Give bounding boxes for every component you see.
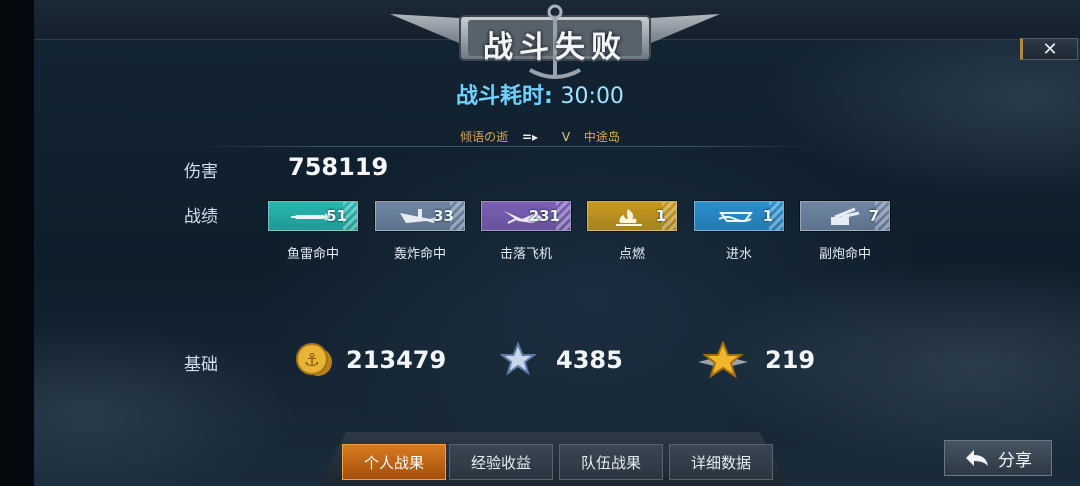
tab-detailed-data[interactable]: 详细数据: [669, 444, 773, 480]
gold-coin-icon: ⚓: [296, 343, 332, 376]
badge-plane-shot[interactable]: 231: [481, 201, 571, 231]
badge-flood[interactable]: 1: [694, 201, 784, 231]
back-arrow-icon: [966, 450, 988, 466]
tab-personal-results[interactable]: 个人战果: [342, 444, 446, 480]
badge-label: 副炮命中: [818, 247, 871, 262]
share-label: 分享: [998, 450, 1032, 471]
badge-label: 击落飞机: [499, 247, 552, 262]
battle-duration: 战斗耗时: 30:00: [0, 78, 1080, 110]
svg-text:⚓: ⚓: [304, 350, 320, 371]
damage-value: 758119: [288, 153, 389, 181]
badge-count: 231: [528, 207, 560, 225]
badge-label: 鱼雷命中: [286, 247, 339, 262]
grade: V: [561, 130, 571, 144]
close-button[interactable]: ✕: [1020, 38, 1078, 60]
badge-secondary-gun[interactable]: 7: [800, 201, 890, 231]
badge-label: 点燃: [618, 247, 645, 262]
tab-exp-gains[interactable]: 经验收益: [449, 444, 553, 480]
badge-bomber[interactable]: 33: [375, 201, 465, 231]
badge-torpedo[interactable]: 51: [268, 201, 358, 231]
base-label: 基础: [184, 355, 218, 375]
tab-team-results[interactable]: 队伍战果: [559, 444, 663, 480]
left-edge: [0, 0, 34, 486]
silver-star-icon: [500, 341, 536, 376]
badge-fire[interactable]: 1: [587, 201, 677, 231]
duration-label: 战斗耗时:: [456, 84, 553, 109]
route-info: 倾语の逝 =▸ V 中途岛: [0, 128, 1080, 145]
badge-count: 7: [868, 207, 879, 225]
route-arrow-icon: =▸: [521, 130, 539, 144]
exp-value: 4385: [556, 346, 623, 374]
header-emblem: 战斗失败: [390, 4, 720, 80]
fire-icon: [616, 209, 642, 226]
divider: [190, 146, 820, 147]
flood-icon: [718, 212, 753, 222]
player-name: 倾语の逝: [460, 130, 509, 144]
badge-label: 进水: [725, 247, 752, 262]
result-title: 战斗失败: [483, 30, 627, 65]
coins-value: 213479: [346, 346, 447, 374]
badge-count: 1: [762, 207, 773, 225]
badge-count: 33: [433, 207, 454, 225]
merit-value: 219: [765, 346, 816, 374]
achievements-label: 战绩: [184, 207, 218, 227]
badge-label: 轰炸命中: [393, 247, 446, 262]
share-button[interactable]: 分享: [944, 440, 1052, 476]
badge-count: 1: [655, 207, 666, 225]
map-location: 中途岛: [583, 130, 620, 144]
badge-count: 51: [326, 207, 347, 225]
duration-value: 30:00: [560, 84, 624, 109]
damage-label: 伤害: [184, 162, 218, 182]
close-icon: ✕: [1042, 38, 1058, 60]
gold-star-icon: [698, 340, 748, 379]
secondary-gun-icon: [831, 207, 860, 225]
